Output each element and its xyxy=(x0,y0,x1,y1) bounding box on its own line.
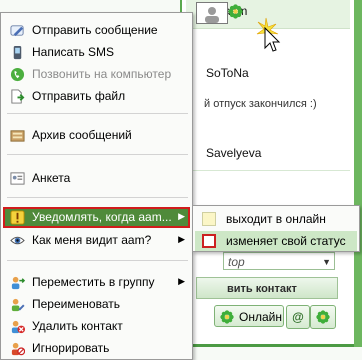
menu-item-write-sms[interactable]: Написать SMS xyxy=(3,42,190,63)
avatar xyxy=(196,2,228,24)
icq-menu-button[interactable] xyxy=(310,305,336,329)
move-group-icon xyxy=(11,276,25,290)
notify-submenu: выходит в онлайн изменяет свой статус xyxy=(192,205,360,252)
archive-icon xyxy=(10,130,25,142)
contact-context-menu: Отправить сообщение Написать SMS Позвони… xyxy=(0,12,193,360)
phone-icon xyxy=(10,67,25,82)
ignore-icon xyxy=(11,342,25,356)
menu-divider xyxy=(7,113,188,114)
delete-contact-icon xyxy=(11,320,25,334)
contact-row[interactable]: SoToNa xyxy=(186,60,350,88)
divider xyxy=(182,170,350,171)
menu-item-label: Отправить сообщение xyxy=(32,23,158,37)
icq-flower-icon xyxy=(228,4,243,19)
email-button[interactable]: @ xyxy=(286,305,310,329)
profile-icon xyxy=(10,172,25,185)
menu-item-delete-contact[interactable]: Удалить контакт xyxy=(3,316,190,337)
menu-item-label: Уведомлять, когда aam... xyxy=(32,210,172,224)
menu-item-label: Игнорировать xyxy=(32,341,110,355)
submenu-item-label: изменяет свой статус xyxy=(226,234,346,248)
menu-item-label: Позвонить на компьютер xyxy=(32,67,172,81)
icq-flower-icon xyxy=(220,310,234,324)
menu-item-label: Удалить контакт xyxy=(32,319,123,333)
menu-item-notify-when[interactable]: Уведомлять, когда aam... ▶ xyxy=(3,207,190,228)
menu-item-label: Архив сообщений xyxy=(32,128,132,142)
menu-divider xyxy=(7,260,188,261)
contact-status-text: й отпуск закончился :) xyxy=(204,98,317,110)
submenu-arrow-icon: ▶ xyxy=(178,211,185,221)
submenu-item-goes-online[interactable]: выходит в онлайн xyxy=(195,209,357,229)
status-bar: Онлайн @ xyxy=(214,305,338,329)
menu-item-label: Написать SMS xyxy=(32,45,115,59)
submenu-arrow-icon: ▶ xyxy=(178,276,185,286)
add-contact-button[interactable]: вить контакт xyxy=(196,277,338,299)
window-border xyxy=(354,0,362,347)
add-contact-label: вить контакт xyxy=(227,283,297,295)
submenu-item-changes-status[interactable]: изменяет свой статус xyxy=(195,231,357,251)
menu-item-message-archive[interactable]: Архив сообщений xyxy=(3,125,190,146)
online-status-label: Онлайн xyxy=(239,310,282,324)
menu-item-send-file[interactable]: Отправить файл xyxy=(3,86,190,107)
menu-divider xyxy=(7,197,188,198)
menu-item-ignore[interactable]: Игнорировать xyxy=(3,338,190,359)
menu-item-label: Переименовать xyxy=(32,297,120,311)
at-icon: @ xyxy=(292,310,304,324)
sms-icon xyxy=(13,45,22,60)
contact-row[interactable]: й отпуск закончился :) xyxy=(186,92,350,120)
menu-item-rename[interactable]: Переименовать xyxy=(3,294,190,315)
menu-item-how-sees-me[interactable]: Как меня видит aam? ▶ xyxy=(3,230,190,251)
send-file-icon xyxy=(11,89,25,104)
menu-divider xyxy=(7,154,188,155)
menu-item-profile[interactable]: Анкета xyxy=(3,168,190,189)
menu-item-move-to-group[interactable]: Переместить в группу ▶ xyxy=(3,272,190,293)
contact-name: SoToNa xyxy=(206,66,249,80)
menu-item-send-message[interactable]: Отправить сообщение xyxy=(3,20,190,41)
icq-flower-icon xyxy=(316,310,330,324)
contact-row[interactable]: Savelyeva xyxy=(186,140,350,168)
search-combo[interactable]: top ▼ xyxy=(223,252,335,270)
menu-item-call-computer[interactable]: Позвонить на компьютер xyxy=(3,64,190,85)
menu-item-label: Переместить в группу xyxy=(32,275,155,289)
menu-item-label: Анкета xyxy=(32,171,71,185)
eye-icon xyxy=(10,236,25,245)
pencil-icon xyxy=(10,25,24,37)
online-status-button[interactable]: Онлайн xyxy=(214,305,284,327)
menu-item-label: Отправить файл xyxy=(32,89,126,103)
contact-name: Savelyeva xyxy=(206,146,262,160)
rename-icon xyxy=(11,298,25,312)
mouse-cursor-icon xyxy=(256,17,281,52)
submenu-item-label: выходит в онлайн xyxy=(226,212,326,226)
search-combo-value: top xyxy=(228,255,245,269)
notify-icon xyxy=(10,210,25,225)
checkbox[interactable] xyxy=(202,212,216,226)
chevron-down-icon[interactable]: ▼ xyxy=(322,253,331,271)
menu-item-label: Как меня видит aam? xyxy=(32,233,152,247)
checkbox[interactable] xyxy=(202,234,216,248)
submenu-arrow-icon: ▶ xyxy=(178,234,185,244)
